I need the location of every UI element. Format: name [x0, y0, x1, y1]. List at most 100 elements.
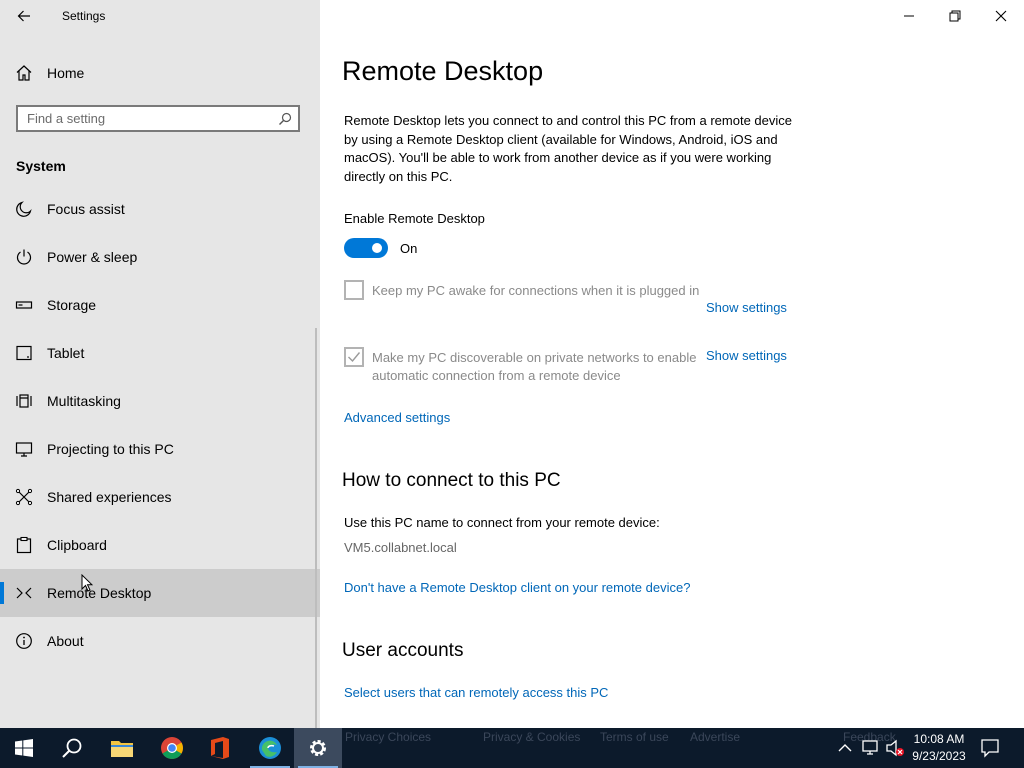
network-icon: [862, 740, 878, 755]
select-users-link[interactable]: Select users that can remotely access th…: [344, 685, 608, 700]
minimize-button[interactable]: [886, 0, 932, 32]
sidebar-item-label: About: [47, 633, 84, 649]
sidebar-item-storage[interactable]: Storage: [0, 281, 320, 329]
sidebar-item-label: Storage: [47, 297, 97, 313]
background-text: Privacy Choices: [345, 730, 432, 744]
sidebar-item-multitasking[interactable]: Multitasking: [0, 377, 320, 425]
sidebar-item-label: Power & sleep: [47, 249, 138, 265]
sidebar-item-remote-desktop[interactable]: Remote Desktop: [0, 569, 320, 617]
file-explorer-button[interactable]: [98, 728, 146, 768]
toggle-knob: [372, 243, 382, 253]
minimize-icon: [904, 15, 914, 17]
search-icon[interactable]: [278, 112, 292, 126]
background-text: Advertise: [690, 730, 741, 744]
speaker-muted-icon: [886, 739, 904, 757]
search-taskbar-button[interactable]: [48, 728, 96, 768]
advanced-settings-link[interactable]: Advanced settings: [344, 410, 450, 425]
connect-heading: How to connect to this PC: [342, 470, 561, 491]
volume-tray-button[interactable]: [885, 738, 905, 763]
start-button[interactable]: [0, 728, 48, 768]
section-heading: System: [16, 158, 66, 174]
keep-awake-checkbox[interactable]: [344, 280, 364, 300]
page-title: Remote Desktop: [342, 56, 544, 86]
settings-taskbar-button[interactable]: [294, 728, 342, 768]
keep-awake-label: Keep my PC awake for connections when it…: [372, 283, 700, 298]
sidebar-item-home[interactable]: Home: [0, 56, 320, 90]
get-client-link[interactable]: Don't have a Remote Desktop client on yo…: [344, 580, 690, 595]
info-icon: [15, 632, 33, 650]
background-text: Privacy & Cookies: [483, 730, 581, 744]
enable-remote-desktop-label: Enable Remote Desktop: [344, 211, 485, 226]
sidebar-item-label: Tablet: [47, 345, 85, 361]
page-description: Remote Desktop lets you connect to and c…: [344, 113, 792, 184]
app-title: Settings: [62, 9, 106, 23]
toggle-state-label: On: [400, 241, 418, 256]
sidebar-item-clipboard[interactable]: Clipboard: [0, 521, 320, 569]
chrome-icon: [161, 737, 183, 759]
power-icon: [15, 248, 33, 266]
projecting-icon: [15, 440, 33, 458]
home-icon: [15, 64, 33, 82]
background-text: Terms of use: [600, 730, 669, 744]
mouse-cursor-icon: [81, 574, 93, 592]
restore-icon: [949, 10, 961, 22]
checkmark-icon: [348, 352, 361, 363]
sidebar-item-label: Multitasking: [47, 393, 121, 409]
sidebar-item-power-sleep[interactable]: Power & sleep: [0, 233, 320, 281]
sidebar-item-projecting[interactable]: Projecting to this PC: [0, 425, 320, 473]
office-icon: [211, 737, 229, 759]
windows-logo-icon: [15, 739, 33, 757]
network-tray-button[interactable]: [861, 739, 881, 762]
pc-name-value: VM5.collabnet.local: [344, 540, 457, 555]
edge-button[interactable]: [246, 728, 294, 768]
sidebar-item-shared-experiences[interactable]: Shared experiences: [0, 473, 320, 521]
taskbar: Privacy Choices Privacy & Cookies Terms …: [0, 728, 1024, 768]
back-button[interactable]: [11, 4, 37, 28]
keep-awake-show-settings-link[interactable]: Show settings: [706, 300, 787, 315]
clock-date: 9/23/2023: [912, 749, 966, 763]
search-input[interactable]: [27, 111, 267, 126]
main-panel: Remote Desktop Remote Desktop lets you c…: [320, 0, 1024, 728]
clipboard-icon: [15, 536, 33, 554]
gear-icon: [310, 740, 326, 756]
restore-button[interactable]: [932, 0, 978, 32]
chrome-button[interactable]: [148, 728, 196, 768]
chevron-up-icon: [838, 744, 852, 752]
user-accounts-heading: User accounts: [342, 640, 464, 661]
sidebar-item-label: Focus assist: [47, 201, 125, 217]
shared-experiences-icon: [15, 488, 33, 506]
settings-sidebar: Settings Home System Focus assist Power …: [0, 0, 320, 728]
sidebar-item-label: Home: [47, 65, 85, 81]
close-icon: [995, 10, 1007, 22]
notification-icon: [981, 739, 999, 758]
tablet-icon: [15, 344, 33, 362]
show-hidden-icons-button[interactable]: [838, 740, 852, 758]
clock[interactable]: 10:08 AM 9/23/2023: [906, 731, 972, 765]
sidebar-item-label: Remote Desktop: [47, 585, 152, 601]
sidebar-item-about[interactable]: About: [0, 617, 320, 665]
sidebar-item-tablet[interactable]: Tablet: [0, 329, 320, 377]
multitasking-icon: [15, 392, 33, 410]
storage-icon: [15, 296, 33, 314]
edge-icon: [259, 737, 281, 759]
sidebar-nav: Focus assist Power & sleep Storage Table…: [0, 185, 320, 665]
office-button[interactable]: [196, 728, 244, 768]
clock-time: 10:08 AM: [913, 732, 965, 746]
search-icon: [62, 738, 82, 758]
sidebar-scrollbar[interactable]: [315, 328, 317, 728]
back-arrow-icon: [17, 10, 30, 22]
moon-icon: [15, 200, 33, 218]
search-box[interactable]: [16, 105, 300, 132]
discoverable-label: Make my PC discoverable on private netwo…: [372, 350, 697, 383]
discoverable-show-settings-link[interactable]: Show settings: [706, 348, 787, 363]
folder-icon: [111, 741, 133, 757]
sidebar-item-label: Clipboard: [47, 537, 107, 553]
sidebar-item-label: Projecting to this PC: [47, 441, 174, 457]
remote-desktop-icon: [15, 584, 33, 602]
sidebar-item-focus-assist[interactable]: Focus assist: [0, 185, 320, 233]
pc-name-label: Use this PC name to connect from your re…: [344, 515, 660, 530]
close-button[interactable]: [978, 0, 1024, 32]
action-center-button[interactable]: [980, 738, 1000, 763]
enable-remote-desktop-toggle[interactable]: [344, 238, 388, 258]
discoverable-checkbox[interactable]: [344, 347, 364, 367]
